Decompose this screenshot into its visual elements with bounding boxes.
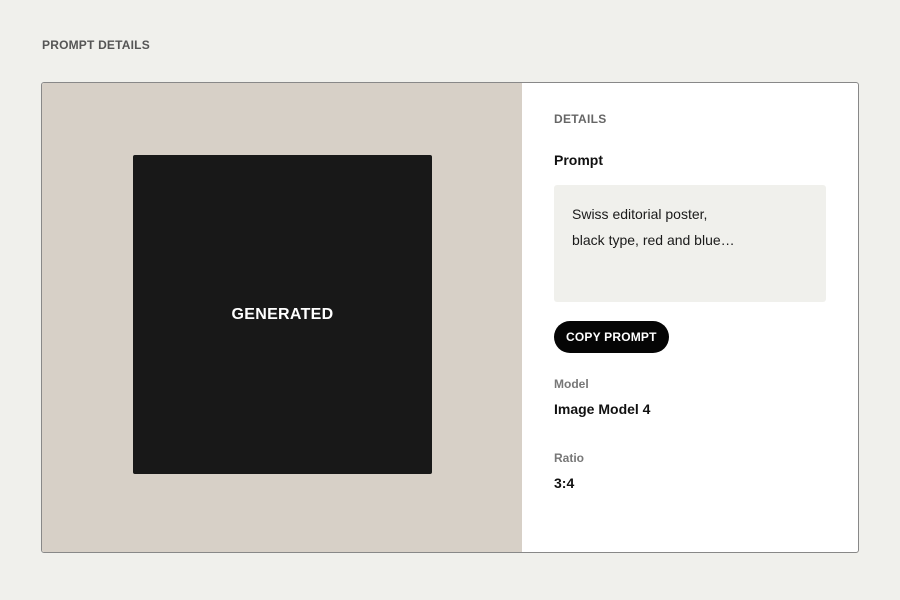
model-value: Image Model 4 xyxy=(554,401,651,417)
details-section-label: DETAILS xyxy=(554,112,607,126)
prompt-heading: Prompt xyxy=(554,152,603,168)
prompt-details-card: GENERATED DETAILS Prompt Swiss editorial… xyxy=(41,82,859,553)
page-title: PROMPT DETAILS xyxy=(42,38,150,52)
copy-prompt-button[interactable]: COPY PROMPT xyxy=(554,321,669,353)
prompt-line: black type, red and blue… xyxy=(572,232,735,248)
prompt-line: Swiss editorial poster, xyxy=(572,206,708,222)
details-panel: DETAILS Prompt Swiss editorial poster, b… xyxy=(522,83,858,552)
ratio-label: Ratio xyxy=(554,451,584,465)
generated-image[interactable]: GENERATED xyxy=(133,155,432,474)
prompt-text-box: Swiss editorial poster, black type, red … xyxy=(554,185,826,302)
generated-image-label: GENERATED xyxy=(231,305,334,323)
ratio-value: 3:4 xyxy=(554,475,575,491)
model-label: Model xyxy=(554,377,589,391)
image-preview-pane: GENERATED xyxy=(42,83,522,552)
